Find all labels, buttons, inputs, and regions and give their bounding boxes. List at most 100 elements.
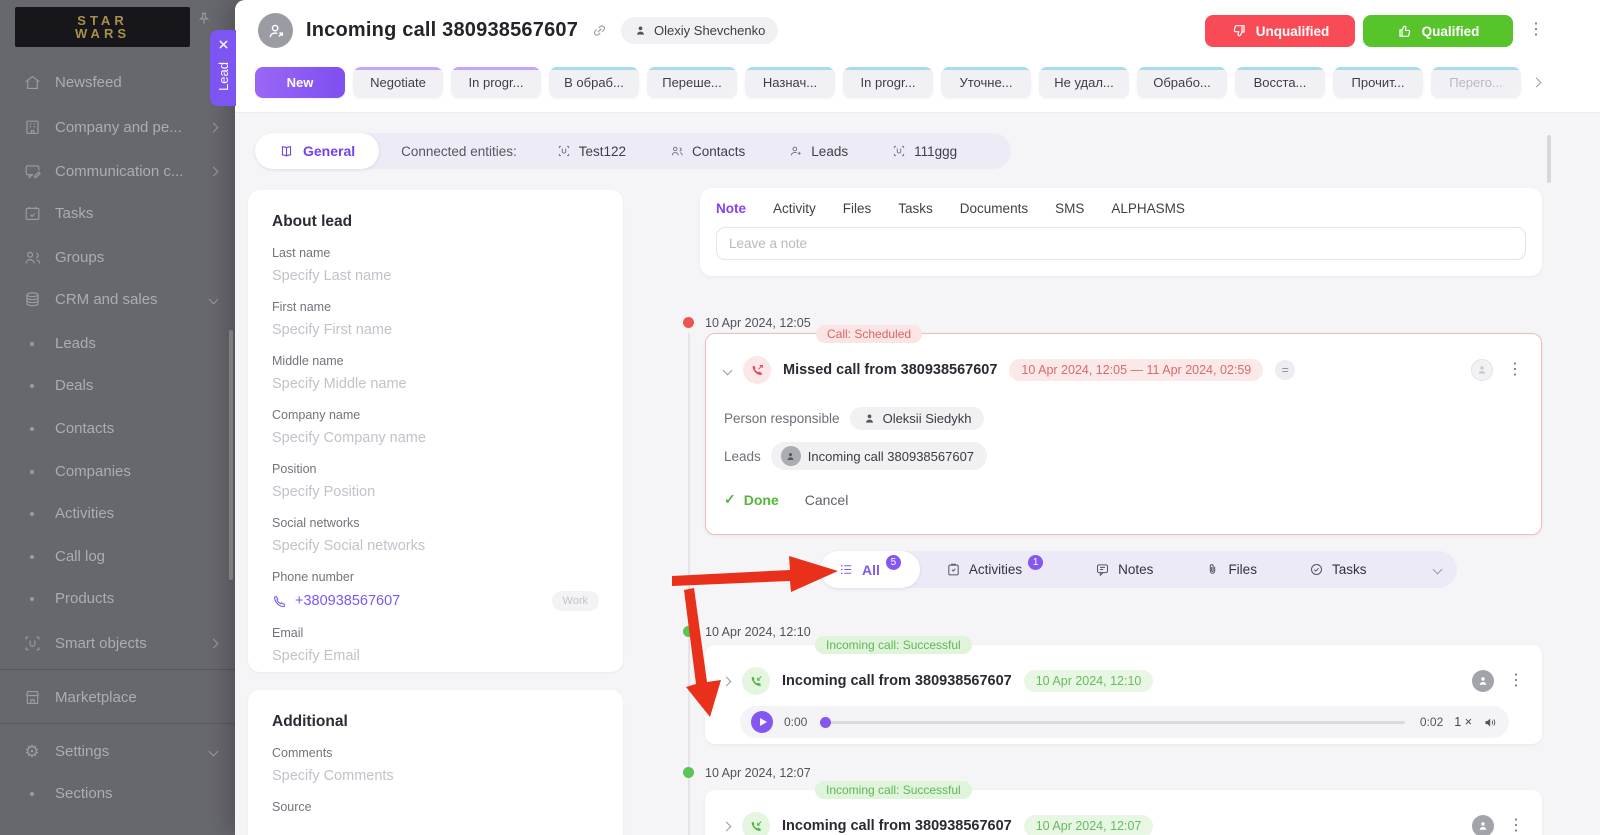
sidebar-subitem-activities[interactable]: Activities — [0, 492, 235, 535]
composer-tab-activity[interactable]: Activity — [773, 201, 816, 216]
stage-naznach[interactable]: Назнач... — [745, 67, 835, 98]
tab-test122[interactable]: Test122 — [557, 144, 626, 159]
stage-utochne[interactable]: Уточне... — [941, 67, 1031, 98]
sidebar-subitem-call-log[interactable]: Call log — [0, 535, 235, 578]
workspace-logo[interactable]: STAR WARS — [15, 7, 190, 47]
seek-bar[interactable] — [820, 716, 1405, 728]
stages-scroll-right-icon[interactable] — [1531, 77, 1542, 88]
stage-in-progress-2[interactable]: In progr... — [843, 67, 933, 98]
seek-knob[interactable] — [820, 716, 832, 728]
participant-avatar[interactable] — [1472, 815, 1494, 835]
copy-link-icon[interactable] — [591, 22, 608, 39]
composer-tab-note[interactable]: Note — [716, 201, 746, 216]
content-scrollbar[interactable] — [1547, 135, 1551, 183]
filter-all[interactable]: All 5 — [820, 551, 920, 588]
card-menu-icon[interactable]: ⋮ — [1508, 673, 1524, 689]
composer-tab-documents[interactable]: Documents — [960, 201, 1028, 216]
note-input[interactable] — [716, 227, 1526, 260]
pin-sidebar-icon[interactable] — [196, 11, 212, 32]
responsible-user-chip[interactable]: Olexiy Shevchenko — [621, 17, 779, 44]
playback-speed[interactable]: 1 × — [1454, 715, 1472, 729]
composer-tab-files[interactable]: Files — [843, 201, 872, 216]
field-email[interactable]: Email Specify Email — [272, 625, 599, 665]
volume-icon[interactable] — [1483, 715, 1498, 730]
field-social-networks[interactable]: Social networks Specify Social networks — [272, 515, 599, 555]
participant-avatar[interactable] — [1472, 670, 1494, 692]
activity-title[interactable]: Incoming call from 380938567607 — [782, 818, 1012, 834]
timeline-date: 10 Apr 2024, 12:07 — [705, 766, 811, 780]
more-actions-icon[interactable]: ⋮ — [1528, 22, 1544, 38]
stage-perego[interactable]: Перего... — [1431, 67, 1521, 98]
activity-title[interactable]: Incoming call from 380938567607 — [782, 673, 1012, 689]
sidebar-item-company[interactable]: Company and pe... — [0, 106, 235, 149]
filter-files[interactable]: Files — [1205, 562, 1257, 577]
field-last-name[interactable]: Last name Specify Last name — [272, 245, 599, 285]
activity-title[interactable]: Missed call from 380938567607 — [783, 362, 997, 378]
tab-contacts[interactable]: Contacts — [670, 144, 745, 159]
unqualified-button[interactable]: Unqualified — [1205, 15, 1355, 47]
tab-111ggg[interactable]: 111ggg — [892, 144, 957, 159]
field-first-name[interactable]: First name Specify First name — [272, 299, 599, 339]
composer-tab-alphasms[interactable]: ALPHASMS — [1111, 201, 1185, 216]
lead-reference-chip[interactable]: Incoming call 380938567607 — [770, 442, 988, 470]
sidebar-subitem-deals[interactable]: Deals — [0, 364, 235, 407]
field-company-name[interactable]: Company name Specify Company name — [272, 407, 599, 447]
card-menu-icon[interactable]: ⋮ — [1508, 818, 1524, 834]
stage-pereshe[interactable]: Переше... — [647, 67, 737, 98]
phone-type-tag: Work — [551, 591, 599, 611]
collapse-icon[interactable] — [722, 365, 733, 375]
sidebar-item-settings[interactable]: ⚙ Settings — [0, 730, 235, 773]
participant-avatar[interactable] — [1471, 359, 1493, 381]
filter-expand-icon[interactable] — [1432, 564, 1443, 575]
sidebar-item-tasks[interactable]: Tasks — [0, 192, 235, 235]
stage-negotiate[interactable]: Negotiate — [353, 67, 443, 98]
sidebar-subitem-leads[interactable]: Leads — [0, 322, 235, 365]
sidebar-item-groups[interactable]: Groups — [0, 236, 235, 279]
field-middle-name[interactable]: Middle name Specify Middle name — [272, 353, 599, 393]
sidebar-scrollbar[interactable] — [229, 330, 233, 580]
done-button[interactable]: ✓ Done — [724, 491, 779, 508]
stage-obrabo[interactable]: Обрабо... — [1137, 67, 1227, 98]
qualified-button[interactable]: Qualified — [1363, 15, 1513, 47]
composer-tab-sms[interactable]: SMS — [1055, 201, 1084, 216]
play-button[interactable] — [751, 711, 773, 733]
smart-object-icon — [558, 145, 569, 157]
field-comments[interactable]: Comments Specify Comments — [272, 745, 599, 785]
close-icon[interactable] — [217, 38, 230, 56]
sidebar-item-smart-objects[interactable]: Smart objects — [0, 622, 235, 665]
cancel-button[interactable]: Cancel — [805, 492, 849, 508]
person-responsible-chip[interactable]: Oleksii Siedykh — [849, 407, 985, 430]
stage-ne-udal[interactable]: Не удал... — [1039, 67, 1129, 98]
stage-new[interactable]: New — [255, 67, 345, 98]
filter-activities[interactable]: Activities 1 — [946, 555, 1044, 577]
phone-number-link[interactable]: +380938567607 — [295, 593, 400, 609]
expand-icon[interactable] — [721, 676, 732, 686]
sidebar-subitem-sections[interactable]: Sections — [0, 772, 235, 815]
expand-icon[interactable] — [721, 821, 732, 831]
additional-card: Additional Comments Specify Comments Sou… — [248, 690, 623, 835]
field-position[interactable]: Position Specify Position — [272, 461, 599, 501]
field-source[interactable]: Source — [272, 799, 599, 815]
check-icon: ✓ — [724, 491, 736, 507]
sidebar-subitem-contacts[interactable]: Contacts — [0, 407, 235, 450]
sidebar-item-marketplace[interactable]: Marketplace — [0, 676, 235, 719]
filter-tasks[interactable]: Tasks — [1309, 562, 1366, 577]
filter-notes[interactable]: Notes — [1095, 562, 1153, 577]
timeline-card-incoming-call: Incoming call: Successful Incoming call … — [705, 636, 1542, 744]
stage-in-progress[interactable]: In progr... — [451, 67, 541, 98]
lead-slideover-tab[interactable]: Lead — [210, 30, 236, 106]
stage-prochit[interactable]: Прочит... — [1333, 67, 1423, 98]
sidebar-subitem-products[interactable]: Products — [0, 577, 235, 620]
sidebar-item-communication[interactable]: Communication c... — [0, 150, 235, 193]
lead-header: Incoming call 380938567607 Olexiy Shevch… — [235, 0, 1600, 113]
tab-leads[interactable]: Leads — [789, 144, 848, 159]
stage-vossta[interactable]: Восста... — [1235, 67, 1325, 98]
card-menu-icon[interactable]: ⋮ — [1507, 362, 1523, 378]
stage-v-obrab[interactable]: В обраб... — [549, 67, 639, 98]
sidebar-subitem-companies[interactable]: Companies — [0, 450, 235, 493]
sidebar-item-newsfeed[interactable]: Newsfeed — [0, 61, 235, 104]
equals-icon[interactable]: = — [1275, 360, 1296, 380]
tab-general[interactable]: General — [255, 133, 380, 169]
sidebar-item-crm[interactable]: CRM and sales — [0, 278, 235, 321]
composer-tab-tasks[interactable]: Tasks — [898, 201, 933, 216]
